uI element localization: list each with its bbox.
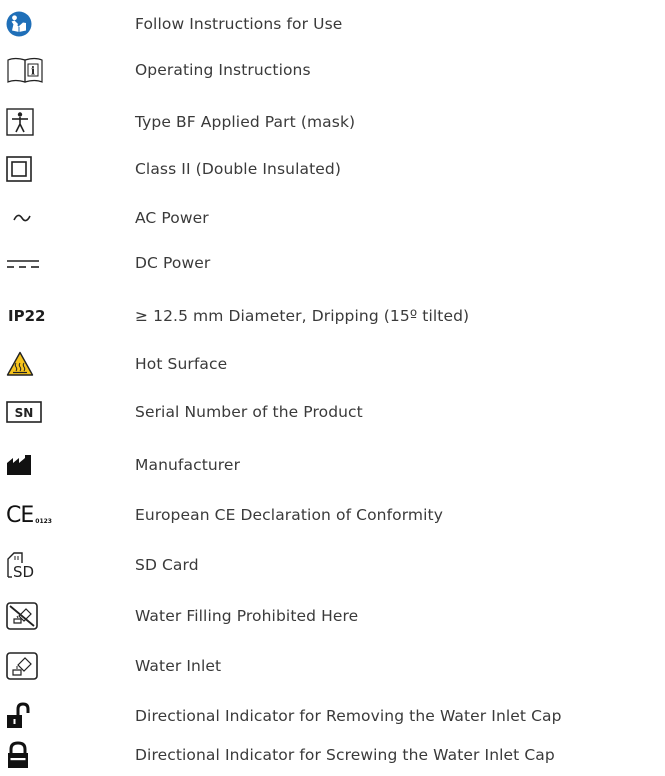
unlock-icon bbox=[6, 699, 46, 733]
symbol-description: European CE Declaration of Conformity bbox=[135, 506, 443, 524]
dc-power-icon bbox=[6, 246, 46, 280]
symbol-row-ac-power: AC Power bbox=[0, 199, 665, 239]
symbol-row-ip22: IP22 ≥ 12.5 mm Diameter, Dripping (15º t… bbox=[0, 297, 665, 337]
lock-icon bbox=[6, 738, 46, 772]
symbol-description: ≥ 12.5 mm Diameter, Dripping (15º tilted… bbox=[135, 307, 470, 325]
serial-number-icon: SN bbox=[6, 395, 46, 429]
symbol-row-water-inlet: Water Inlet bbox=[0, 647, 665, 687]
symbol-row-follow-instructions: Follow Instructions for Use bbox=[0, 5, 665, 45]
symbol-description: DC Power bbox=[135, 254, 211, 272]
symbol-description: Class II (Double Insulated) bbox=[135, 160, 341, 178]
symbol-description: SD Card bbox=[135, 556, 199, 574]
symbol-row-sd-card: SD SD Card bbox=[0, 546, 665, 586]
symbol-description: AC Power bbox=[135, 209, 209, 227]
symbol-row-type-bf: Type BF Applied Part (mask) bbox=[0, 103, 665, 143]
symbol-row-dc-power: DC Power bbox=[0, 244, 665, 284]
symbol-description: Water Filling Prohibited Here bbox=[135, 607, 359, 625]
symbol-row-class-ii: Class II (Double Insulated) bbox=[0, 150, 665, 190]
symbol-description: Manufacturer bbox=[135, 456, 241, 474]
ce-text: CE bbox=[6, 502, 34, 528]
ce-mark-icon: CE 0123 bbox=[6, 498, 66, 532]
serial-number-text: SN bbox=[15, 406, 34, 420]
symbol-description: Follow Instructions for Use bbox=[135, 15, 343, 33]
ip22-label: IP22 bbox=[6, 299, 46, 333]
symbol-list: Follow Instructions for Use i Operating … bbox=[0, 0, 665, 776]
symbol-description: Type BF Applied Part (mask) bbox=[135, 113, 356, 131]
hot-surface-icon bbox=[6, 347, 46, 381]
type-bf-applied-part-icon bbox=[6, 105, 46, 139]
symbol-row-unlock: Directional Indicator for Removing the W… bbox=[0, 697, 665, 737]
water-inlet-icon bbox=[6, 649, 46, 683]
manufacturer-icon bbox=[6, 448, 46, 482]
ac-power-icon bbox=[6, 201, 46, 235]
symbol-row-water-filling-prohibited: Water Filling Prohibited Here bbox=[0, 597, 665, 637]
symbol-description: Hot Surface bbox=[135, 355, 228, 373]
ce-notified-body-number: 0123 bbox=[35, 517, 52, 525]
operating-instructions-icon: i bbox=[6, 53, 46, 87]
sd-card-text: SD bbox=[13, 563, 34, 579]
symbol-description: Operating Instructions bbox=[135, 61, 311, 79]
symbol-row-ce-mark: CE 0123 European CE Declaration of Confo… bbox=[0, 496, 665, 536]
symbol-row-operating-instructions: i Operating Instructions bbox=[0, 51, 665, 91]
symbol-row-serial-number: SN Serial Number of the Product bbox=[0, 393, 665, 433]
class-ii-icon bbox=[6, 152, 46, 186]
water-filling-prohibited-icon bbox=[6, 599, 46, 633]
ip22-text: IP22 bbox=[8, 307, 46, 325]
symbol-row-hot-surface: Hot Surface bbox=[0, 345, 665, 385]
svg-text:i: i bbox=[31, 65, 35, 78]
symbol-row-manufacturer: Manufacturer bbox=[0, 446, 665, 486]
symbol-description: Water Inlet bbox=[135, 657, 222, 675]
symbol-row-lock: Directional Indicator for Screwing the W… bbox=[0, 736, 665, 776]
symbol-description: Serial Number of the Product bbox=[135, 403, 363, 421]
symbol-description: Directional Indicator for Removing the W… bbox=[135, 707, 562, 725]
follow-instructions-icon bbox=[6, 7, 46, 41]
sd-card-icon: SD bbox=[6, 548, 46, 582]
symbol-description: Directional Indicator for Screwing the W… bbox=[135, 746, 555, 764]
